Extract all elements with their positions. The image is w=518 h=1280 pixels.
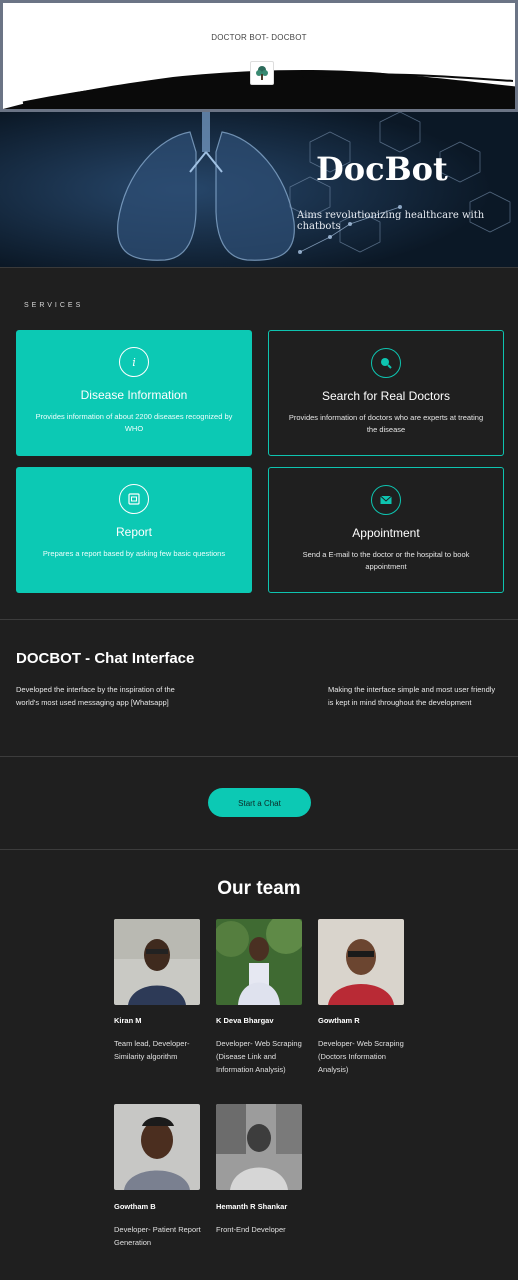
hero-banner: DocBot Aims revolutionizing healthcare w… <box>0 112 518 268</box>
avatar <box>216 919 302 1005</box>
service-title: Search for Real Doctors <box>321 389 451 403</box>
service-card-search-doctors[interactable]: Search for Real Doctors Provides informa… <box>268 330 504 456</box>
section-divider <box>0 756 518 757</box>
chat-right-text: Making the interface simple and most use… <box>328 685 496 707</box>
tree-logo-icon[interactable] <box>250 61 274 85</box>
section-divider <box>0 849 518 850</box>
hero-title: DocBot <box>316 150 448 188</box>
service-card-disease-information[interactable]: i Disease Information Provides informati… <box>16 330 252 456</box>
service-title: Disease Information <box>80 388 188 402</box>
section-divider <box>0 619 518 620</box>
member-role: Team lead, Developer- Similarity algorit… <box>114 1039 190 1061</box>
report-icon <box>119 484 149 514</box>
member-name: K Deva Bhargav <box>216 1016 274 1025</box>
site-title: DOCTOR BOT- DOCBOT <box>211 33 307 42</box>
hero-tagline: Aims revolutionizing healthcare with cha… <box>297 210 485 232</box>
member-role: Front-End Developer <box>216 1225 286 1234</box>
service-desc: Prepares a report based by asking few ba… <box>42 549 226 558</box>
top-banner: DOCTOR BOT- DOCBOT <box>0 0 518 112</box>
avatar <box>114 919 200 1005</box>
team-heading: Our team <box>217 878 301 899</box>
service-title: Report <box>115 525 153 539</box>
service-desc: Provides information of doctors who are … <box>288 413 484 434</box>
service-desc: Send a E-mail to the doctor or the hospi… <box>302 550 470 571</box>
chat-interface-title: DOCBOT - Chat Interface <box>16 650 195 667</box>
info-icon: i <box>119 347 149 377</box>
start-chat-button[interactable]: Start a Chat <box>208 788 311 817</box>
service-card-appointment[interactable]: Appointment Send a E-mail to the doctor … <box>268 467 504 593</box>
services-heading: SERVICES <box>24 302 84 309</box>
lungs-illustration <box>0 112 518 267</box>
member-name: Gowtham R <box>318 1016 360 1025</box>
service-card-report[interactable]: Report Prepares a report based by asking… <box>16 467 252 593</box>
service-title: Appointment <box>352 526 420 540</box>
svg-text:i: i <box>132 356 136 369</box>
member-role: Developer- Web Scraping (Disease Link an… <box>216 1039 302 1074</box>
chat-left-text: Developed the interface by the inspirati… <box>16 685 175 707</box>
member-role: Developer- Patient Report Generation <box>114 1225 201 1247</box>
search-icon <box>371 348 401 378</box>
mail-icon <box>371 485 401 515</box>
member-name: Hemanth R Shankar <box>216 1202 288 1211</box>
avatar <box>216 1104 302 1190</box>
avatar <box>318 919 404 1005</box>
member-name: Kiran M <box>114 1016 142 1025</box>
avatar <box>114 1104 200 1190</box>
member-role: Developer- Web Scraping (Doctors Informa… <box>318 1039 404 1074</box>
member-name: Gowtham B <box>114 1202 156 1211</box>
service-desc: Provides information of about 2200 disea… <box>35 412 233 433</box>
